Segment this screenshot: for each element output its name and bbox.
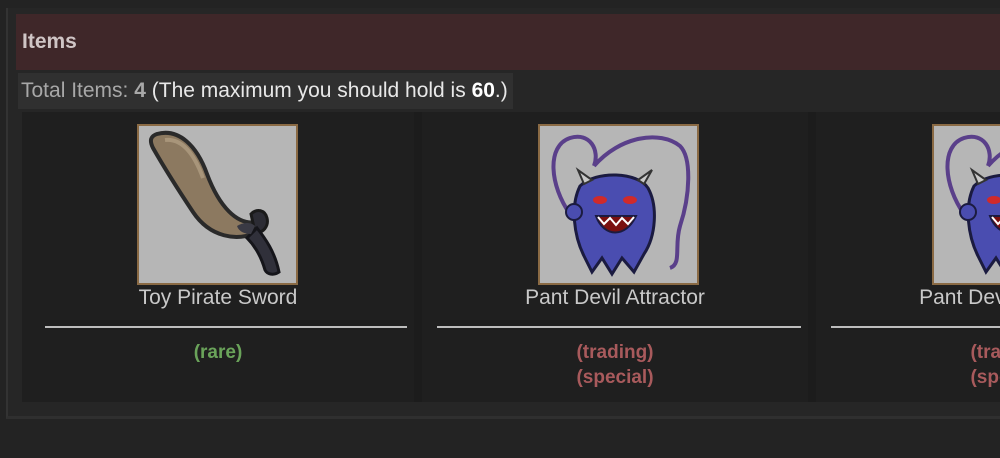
item-card[interactable]: Toy Pirate Sword (rare) — [22, 112, 414, 402]
total-items-label: Total Items: — [21, 79, 129, 102]
divider — [437, 326, 801, 328]
item-tags: (rare) — [22, 340, 414, 365]
max-hold-suffix: .) — [494, 79, 508, 102]
max-hold-count: 60 — [471, 79, 495, 102]
tag-special: (special) — [576, 367, 654, 388]
total-items-count: 4 — [134, 79, 146, 102]
max-hold-prefix: (The maximum you should hold is — [151, 79, 466, 102]
section-header: Items — [16, 14, 1000, 70]
items-summary: Total Items: 4 (The maximum you should h… — [18, 73, 513, 109]
pant-devil-icon[interactable] — [932, 124, 1000, 285]
item-name[interactable]: Pant Devil Attractor — [422, 286, 808, 310]
tag-trading: (trading) — [576, 342, 654, 363]
divider — [831, 326, 1000, 328]
item-name[interactable]: Pant Devil Attractor — [816, 286, 1000, 310]
item-card[interactable]: Pant Devil Attractor (trading) (special) — [816, 112, 1000, 402]
tag-special: (special) — [970, 367, 1000, 388]
pant-devil-icon[interactable] — [538, 124, 699, 285]
section-title: Items — [22, 30, 77, 53]
items-panel: Items Total Items: 4 (The maximum you sh… — [6, 8, 1000, 419]
tag-rare: (rare) — [193, 342, 243, 363]
item-tags: (trading) (special) — [816, 340, 1000, 390]
items-grid: Toy Pirate Sword (rare) Pant Devil Attra… — [22, 112, 1000, 402]
item-card[interactable]: Pant Devil Attractor (trading) (special) — [422, 112, 808, 402]
tag-trading: (trading) — [970, 342, 1000, 363]
item-name[interactable]: Toy Pirate Sword — [22, 286, 414, 310]
pirate-sword-icon[interactable] — [137, 124, 298, 285]
item-tags: (trading) (special) — [422, 340, 808, 390]
divider — [45, 326, 407, 328]
